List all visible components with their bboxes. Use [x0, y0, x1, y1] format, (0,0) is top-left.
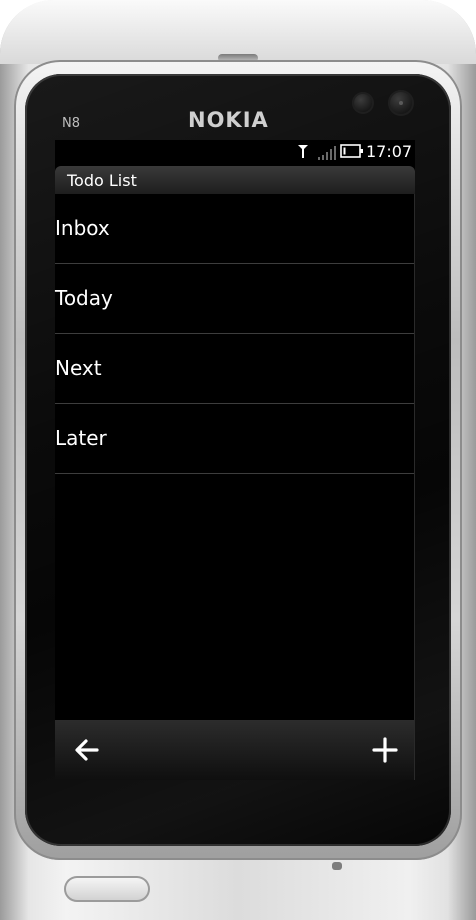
- battery-icon: [340, 144, 363, 158]
- bottom-toolbar: [55, 720, 415, 780]
- microphone-hole: [332, 862, 342, 870]
- plus-icon[interactable]: [367, 732, 403, 768]
- proximity-sensor: [352, 92, 374, 114]
- todo-category-list: Inbox Today Next Later: [55, 194, 415, 474]
- app-title: Todo List: [67, 171, 137, 190]
- status-bar: 17:07: [55, 140, 415, 164]
- menu-key[interactable]: [64, 876, 150, 902]
- brand-logo: NOKIA: [188, 108, 269, 132]
- antenna-icon: [298, 145, 308, 158]
- screen: 17:07 Todo List Inbox Today Next Later: [55, 140, 415, 780]
- list-item-label: Later: [55, 426, 107, 450]
- screen-edge: [414, 194, 415, 780]
- list-item-today[interactable]: Today: [55, 264, 415, 334]
- list-item-later[interactable]: Later: [55, 404, 415, 474]
- back-arrow-icon[interactable]: [69, 732, 105, 768]
- phone-body: N8 NOKIA 17:07 Todo List Inbox Today Nex…: [0, 0, 476, 920]
- app-title-bar: Todo List: [55, 166, 415, 194]
- list-item-next[interactable]: Next: [55, 334, 415, 404]
- status-clock: 17:07: [366, 142, 413, 161]
- list-item-label: Inbox: [55, 216, 110, 240]
- model-label: N8: [62, 116, 80, 131]
- list-item-inbox[interactable]: Inbox: [55, 194, 415, 264]
- front-camera: [388, 90, 414, 116]
- signal-strength-icon: [318, 146, 336, 160]
- list-item-label: Next: [55, 356, 102, 380]
- list-item-label: Today: [55, 286, 113, 310]
